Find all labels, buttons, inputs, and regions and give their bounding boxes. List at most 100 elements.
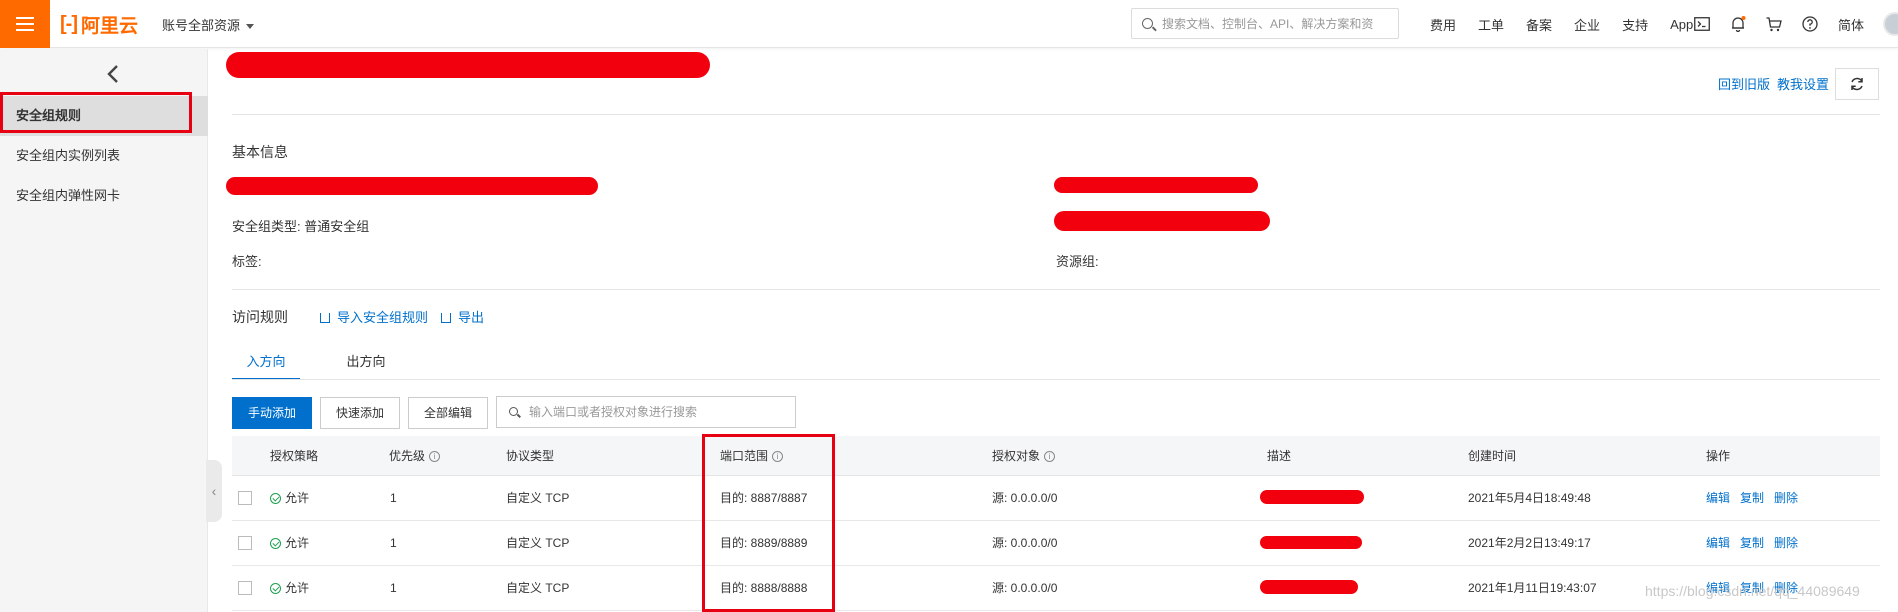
help-icon[interactable]	[1800, 14, 1820, 34]
menu-button[interactable]	[0, 0, 50, 48]
copy-link[interactable]: 复制	[1740, 536, 1764, 550]
actions-cell: 编辑 复制 删除	[1706, 476, 1808, 521]
col-protocol: 协议类型	[506, 449, 555, 463]
import-rules-button[interactable]: 导入安全组规则	[320, 307, 428, 326]
sg-type-value: 普通安全组	[304, 219, 370, 234]
divider	[232, 114, 1880, 115]
rules-table-header: 授权策略 优先级 i 协议类型 端口范围 i 授权对象 i 描述 创建时间 操作	[232, 436, 1880, 476]
source-cell: 源: 0.0.0.0/0	[992, 581, 1058, 595]
check-circle-icon	[270, 583, 281, 595]
export-label: 导出	[458, 310, 485, 325]
info-icon: i	[429, 451, 441, 463]
row-checkbox[interactable]	[238, 536, 252, 550]
teach-me-link[interactable]: 教我设置	[1777, 74, 1829, 93]
highlight-box-sidebar	[0, 92, 192, 133]
check-circle-icon	[270, 538, 281, 550]
divider	[232, 289, 1880, 290]
created-cell: 2021年5月4日18:49:48	[1468, 491, 1591, 505]
link-billing[interactable]: 费用	[1430, 15, 1456, 34]
user-avatar[interactable]	[1883, 12, 1898, 36]
manual-add-button[interactable]: 手动添加	[232, 397, 312, 429]
export-button[interactable]: 导出	[441, 307, 484, 326]
search-icon	[509, 407, 518, 416]
rules-search-placeholder: 输入端口或者授权对象进行搜索	[529, 405, 698, 419]
collapse-sidebar-handle[interactable]: ‹	[206, 460, 222, 522]
hamburger-icon	[16, 17, 34, 31]
link-ticket[interactable]: 工单	[1478, 15, 1504, 34]
quick-add-button[interactable]: 快速添加	[320, 397, 400, 429]
resource-selector-label: 账号全部资源	[162, 18, 241, 33]
policy-cell: 允许	[270, 521, 309, 566]
redacted-vpc	[1054, 177, 1258, 193]
resource-group-label: 资源组:	[1056, 254, 1099, 269]
aliyun-logo-mark: [-]	[60, 12, 78, 35]
edit-link[interactable]: 编辑	[1706, 491, 1730, 505]
protocol-cell: 自定义 TCP	[506, 536, 570, 550]
sidebar-item-eni[interactable]: 安全组内弹性网卡	[0, 176, 208, 216]
link-enterprise[interactable]: 企业	[1574, 15, 1600, 34]
tags-label: 标签:	[232, 254, 262, 269]
tab-inbound[interactable]: 入方向	[232, 344, 300, 380]
basic-info-title: 基本信息	[232, 144, 288, 160]
col-created: 创建时间	[1468, 449, 1517, 463]
delete-link[interactable]: 删除	[1774, 491, 1798, 505]
sidebar: 安全组规则 安全组内实例列表 安全组内弹性网卡	[0, 49, 208, 612]
edit-link[interactable]: 编辑	[1706, 536, 1730, 550]
refresh-button[interactable]	[1835, 68, 1879, 100]
row-checkbox[interactable]	[238, 581, 252, 595]
row-checkbox[interactable]	[238, 491, 252, 505]
aliyun-logo[interactable]: [-] 阿里云	[60, 10, 138, 38]
col-actions: 操作	[1706, 449, 1731, 463]
col-description: 描述	[1267, 449, 1292, 463]
resource-selector[interactable]: 账号全部资源	[162, 15, 255, 34]
protocol-cell: 自定义 TCP	[506, 491, 570, 505]
watermark: https://blog.csdn.net/qq_44089649	[1645, 583, 1860, 599]
back-to-old-link[interactable]: 回到旧版	[1718, 74, 1770, 93]
rules-search-input[interactable]: 输入端口或者授权对象进行搜索	[496, 396, 796, 428]
priority-cell: 1	[390, 491, 397, 505]
created-cell: 2021年2月2日13:49:17	[1468, 536, 1591, 550]
info-icon: i	[1044, 451, 1056, 463]
priority-cell: 1	[390, 581, 397, 595]
tabs-underline	[232, 379, 1880, 380]
link-support[interactable]: 支持	[1622, 15, 1648, 34]
created-cell: 2021年1月11日19:43:07	[1468, 581, 1597, 595]
link-app[interactable]: App	[1670, 17, 1693, 32]
policy-cell: 允许	[270, 476, 309, 521]
redacted-description	[1260, 490, 1364, 504]
bell-icon[interactable]	[1728, 14, 1748, 34]
table-row: 允许 1 自定义 TCP 目的: 8889/8889 源: 0.0.0.0/0 …	[232, 521, 1880, 566]
redacted-description	[1260, 580, 1358, 594]
tab-outbound[interactable]: 出方向	[332, 344, 400, 380]
sg-type-field: 安全组类型: 普通安全组	[232, 216, 369, 235]
terminal-icon[interactable]	[1692, 14, 1712, 34]
delete-link[interactable]: 删除	[1774, 536, 1798, 550]
top-navbar: [-] 阿里云 账号全部资源 搜索文档、控制台、API、解决方案和资 费用 工单…	[0, 0, 1898, 48]
access-rules-title: 访问规则	[232, 309, 288, 325]
global-search-input[interactable]: 搜索文档、控制台、API、解决方案和资	[1131, 8, 1399, 39]
cart-icon[interactable]	[1764, 14, 1784, 34]
copy-link[interactable]: 复制	[1740, 491, 1764, 505]
upload-icon	[320, 312, 330, 323]
link-icp[interactable]: 备案	[1526, 15, 1552, 34]
check-circle-icon	[270, 493, 281, 505]
import-rules-label: 导入安全组规则	[337, 310, 429, 325]
col-source: 授权对象 i	[992, 436, 1056, 476]
col-policy: 授权策略	[270, 449, 319, 463]
refresh-icon	[1851, 77, 1863, 91]
highlight-box-port-range	[702, 434, 835, 612]
redacted-title	[226, 52, 710, 78]
sidebar-item-label: 安全组内实例列表	[16, 148, 121, 163]
sidebar-item-instances[interactable]: 安全组内实例列表	[0, 136, 208, 176]
language-switch[interactable]: 简体	[1838, 15, 1864, 34]
protocol-cell: 自定义 TCP	[506, 581, 570, 595]
search-icon	[1142, 18, 1153, 29]
back-button[interactable]	[98, 59, 128, 89]
sg-type-label: 安全组类型:	[232, 219, 301, 234]
edit-all-button[interactable]: 全部编辑	[408, 397, 488, 429]
actions-cell: 编辑 复制 删除	[1706, 521, 1808, 566]
source-cell: 源: 0.0.0.0/0	[992, 491, 1058, 505]
table-row: 允许 1 自定义 TCP 目的: 8888/8888 源: 0.0.0.0/0 …	[232, 566, 1880, 611]
redacted-field	[1054, 211, 1270, 231]
download-icon	[441, 312, 451, 323]
